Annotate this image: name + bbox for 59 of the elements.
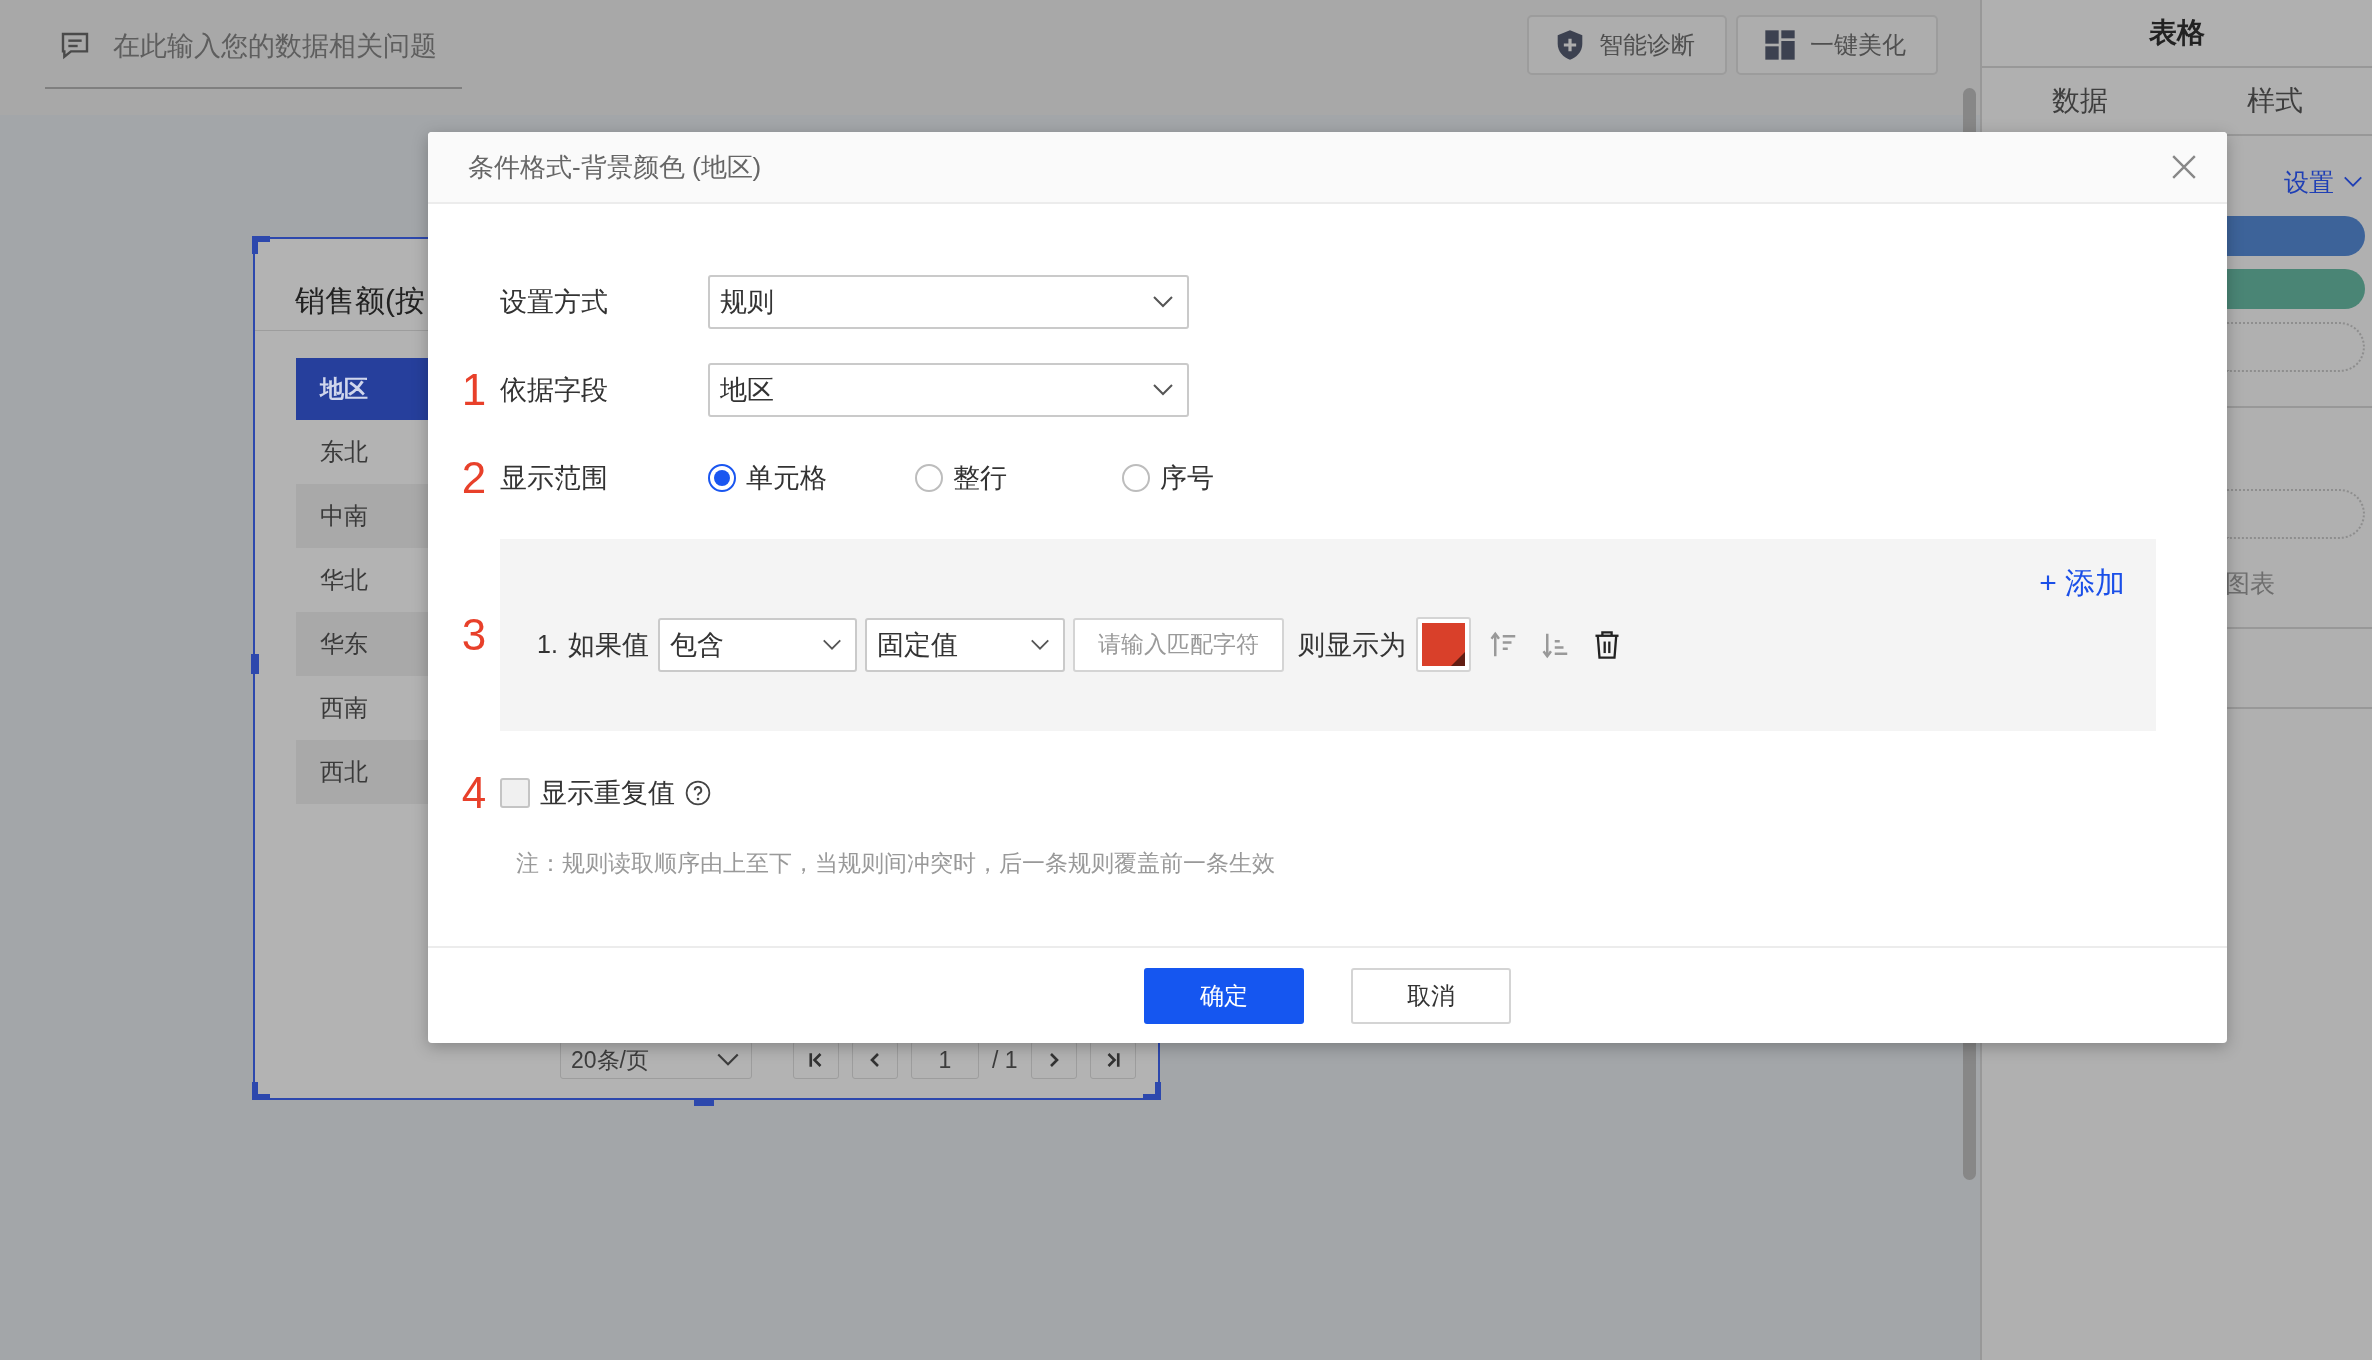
field-pill[interactable] [2227,216,2365,256]
layout-grid-icon [1764,29,1796,61]
beautify-button[interactable]: 一键美化 [1736,15,1938,75]
confirm-button[interactable]: 确定 [1144,967,1304,1024]
last-page-button[interactable] [1089,1041,1136,1079]
panel-title: 表格 [1982,0,2372,68]
step-number: 3 [460,613,488,657]
table-cell-text: 华北 [319,565,369,595]
panel-tab[interactable]: 样式 [2177,68,2372,134]
field-label: 设置方式 [500,286,609,319]
step-number: 2 [460,456,488,500]
cancel-button[interactable]: 取消 [1351,967,1511,1024]
field-label: 依据字段 [500,374,609,407]
step-number: 1 [460,368,488,412]
color-swatch[interactable] [1415,617,1471,672]
radio-option[interactable]: 序号 [1122,460,1329,496]
radio-option[interactable]: 整行 [915,460,1122,496]
help-icon[interactable] [685,780,711,806]
page-total: / 1 [992,1046,1018,1074]
panel-tab[interactable]: 数据 [1982,68,2177,134]
table-cell-text: 东北 [319,437,369,467]
table-cell: 中南 [296,484,429,548]
radio-circle[interactable] [708,464,736,492]
checkbox[interactable] [500,778,530,808]
resize-handle[interactable] [251,654,259,674]
close-icon[interactable] [2171,154,2197,180]
next-page-button[interactable] [1030,1041,1077,1079]
table-cell-text: 西南 [319,693,369,723]
dropdown[interactable]: 规则 [708,275,1189,329]
add-rule-link[interactable]: + 添加 [2039,565,2125,601]
radio-option[interactable]: 单元格 [708,460,915,496]
rule-label: 则显示为 [1297,628,1406,662]
table-cell: 华东 [296,612,429,676]
radio-circle[interactable] [915,464,943,492]
dialog-title: 条件格式-背景颜色 (地区) [468,150,763,184]
dropdown[interactable]: 包含 [657,617,857,672]
settings-link[interactable]: 设置 [2284,162,2364,202]
resize-handle[interactable] [1143,1082,1161,1100]
checkbox-label: 显示重复值 [540,777,675,810]
resize-handle[interactable] [252,236,270,254]
diagnose-button[interactable]: 智能诊断 [1527,15,1727,75]
resize-handle[interactable] [252,1082,270,1100]
trash-icon[interactable] [1592,629,1621,660]
table-header-cell: 地区 [296,358,429,420]
field-pill[interactable] [2227,269,2365,309]
rule-index: 1. [537,630,558,659]
shield-plus-icon [1555,29,1585,61]
dropdown[interactable]: 固定值 [864,617,1065,672]
dropdown[interactable]: 地区 [708,363,1189,417]
step-number: 4 [460,771,488,815]
field-label: 显示范围 [500,462,609,495]
first-page-button[interactable] [793,1041,839,1079]
note-text: 注：规则读取顺序由上至下，当规则间冲突时，后一条规则覆盖前一条生效 [516,849,1276,878]
resize-handle[interactable] [694,1098,714,1106]
previous-page-button[interactable] [852,1041,898,1079]
chart-label: 图表 [2225,568,2276,599]
radio-circle[interactable] [1122,464,1150,492]
rule-label: 如果值 [567,628,649,662]
table-cell: 西北 [296,740,429,804]
